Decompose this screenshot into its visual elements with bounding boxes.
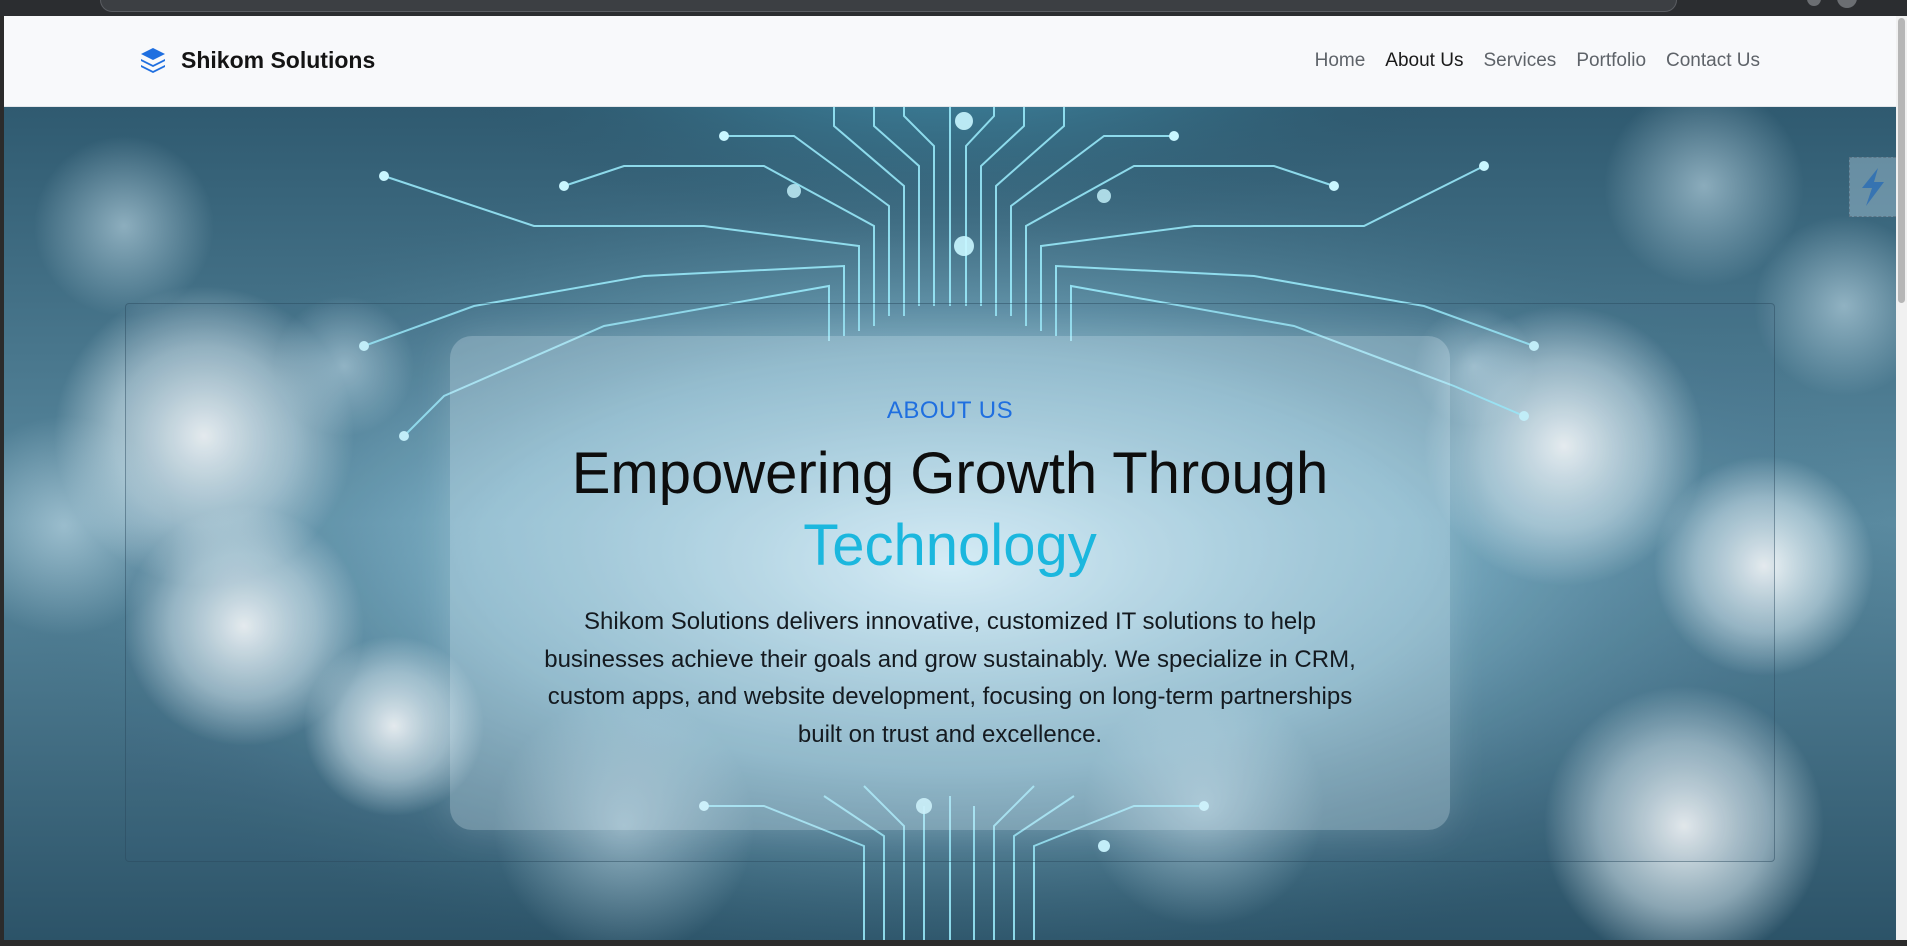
about-hero-section: ABOUT US Empowering Growth Through Techn… bbox=[4, 106, 1896, 940]
brand-logo-link[interactable]: Shikom Solutions bbox=[139, 46, 375, 74]
profile-avatar-icon[interactable] bbox=[1837, 0, 1857, 8]
nav-services[interactable]: Services bbox=[1483, 50, 1556, 72]
hero-heading: Empowering Growth Through Technology bbox=[450, 438, 1450, 582]
hero-heading-line1: Empowering Growth Through bbox=[571, 441, 1329, 506]
about-card: ABOUT US Empowering Growth Through Techn… bbox=[450, 336, 1450, 830]
site-navbar: Shikom Solutions Home About Us Services … bbox=[4, 16, 1896, 107]
browser-top-bar bbox=[0, 0, 1907, 16]
main-nav: Home About Us Services Portfolio Contact… bbox=[1315, 50, 1760, 72]
section-eyebrow: ABOUT US bbox=[886, 397, 1014, 424]
page-scrollbar[interactable] bbox=[1896, 16, 1907, 940]
nav-portfolio[interactable]: Portfolio bbox=[1576, 50, 1646, 72]
hero-description: Shikom Solutions delivers innovative, cu… bbox=[544, 608, 1356, 748]
address-bar[interactable] bbox=[100, 0, 1677, 12]
hero-heading-accent: Technology bbox=[803, 513, 1097, 578]
page-viewport: ABOUT US Empowering Growth Through Techn… bbox=[4, 16, 1896, 940]
nav-about-us[interactable]: About Us bbox=[1385, 50, 1463, 72]
nav-contact-us[interactable]: Contact Us bbox=[1666, 50, 1760, 72]
nav-home[interactable]: Home bbox=[1315, 50, 1366, 72]
extension-icon[interactable] bbox=[1807, 0, 1821, 6]
floating-side-widget[interactable] bbox=[1849, 157, 1896, 217]
brand-name: Shikom Solutions bbox=[181, 46, 376, 73]
lightning-icon bbox=[1862, 168, 1884, 206]
layers-icon bbox=[141, 48, 165, 73]
window-bottom-edge bbox=[0, 940, 1907, 946]
scrollbar-thumb[interactable] bbox=[1898, 18, 1905, 303]
browser-toolbar-icons bbox=[1697, 0, 1887, 8]
